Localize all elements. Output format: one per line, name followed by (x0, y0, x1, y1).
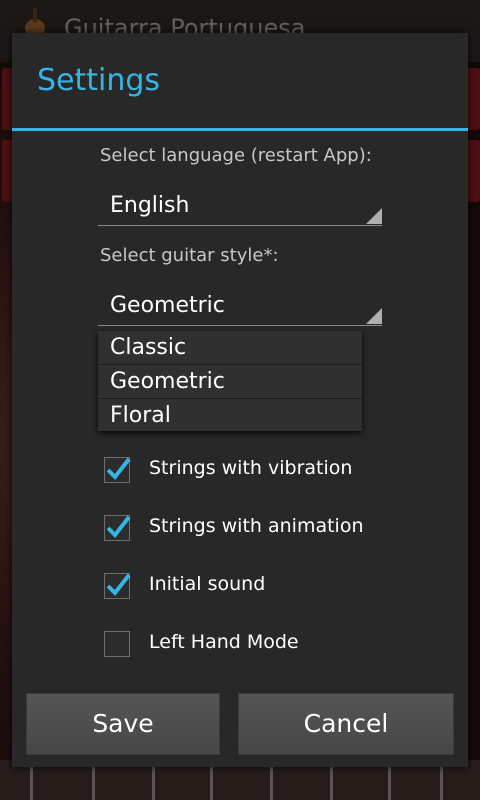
dropdown-arrow-icon (366, 308, 382, 324)
dialog-title: Settings (37, 63, 161, 98)
save-button[interactable]: Save (26, 693, 220, 755)
settings-dialog: Settings Select language (restart App): … (12, 33, 468, 767)
checkmark-icon (106, 573, 131, 597)
checkbox-animation[interactable] (104, 515, 131, 541)
option-initial-sound[interactable]: Initial sound (102, 567, 442, 607)
guitar-style-spinner[interactable]: Geometric (98, 285, 382, 326)
checkbox-vibration[interactable] (104, 457, 131, 483)
option-label: Strings with animation (149, 515, 364, 537)
dropdown-arrow-icon (366, 208, 382, 224)
dropdown-option-label: Floral (110, 403, 171, 428)
option-strings-animation[interactable]: Strings with animation (102, 509, 442, 549)
option-label: Left Hand Mode (149, 631, 299, 653)
checkbox-left-hand[interactable] (104, 631, 130, 657)
guitar-style-value: Geometric (110, 293, 225, 318)
option-label: Initial sound (149, 573, 266, 595)
language-value: English (110, 193, 190, 218)
checkmark-icon (106, 457, 131, 481)
dropdown-option-label: Geometric (110, 369, 225, 394)
cancel-button[interactable]: Cancel (238, 693, 454, 755)
dropdown-option-floral[interactable]: Floral (98, 399, 362, 432)
option-label: Strings with vibration (149, 457, 353, 479)
language-label: Select language (restart App): (100, 145, 372, 166)
checkbox-initial-sound[interactable] (104, 573, 131, 599)
dropdown-option-label: Classic (110, 335, 187, 360)
guitar-style-dropdown: Classic Geometric Floral (98, 331, 362, 431)
option-strings-vibration[interactable]: Strings with vibration (102, 451, 442, 491)
dropdown-option-geometric[interactable]: Geometric (98, 365, 362, 399)
dropdown-option-classic[interactable]: Classic (98, 331, 362, 365)
option-left-hand-mode[interactable]: Left Hand Mode (102, 625, 442, 665)
guitar-style-label: Select guitar style*: (100, 245, 279, 266)
checkmark-icon (106, 515, 131, 539)
language-spinner[interactable]: English (98, 185, 382, 226)
title-divider (12, 128, 468, 131)
